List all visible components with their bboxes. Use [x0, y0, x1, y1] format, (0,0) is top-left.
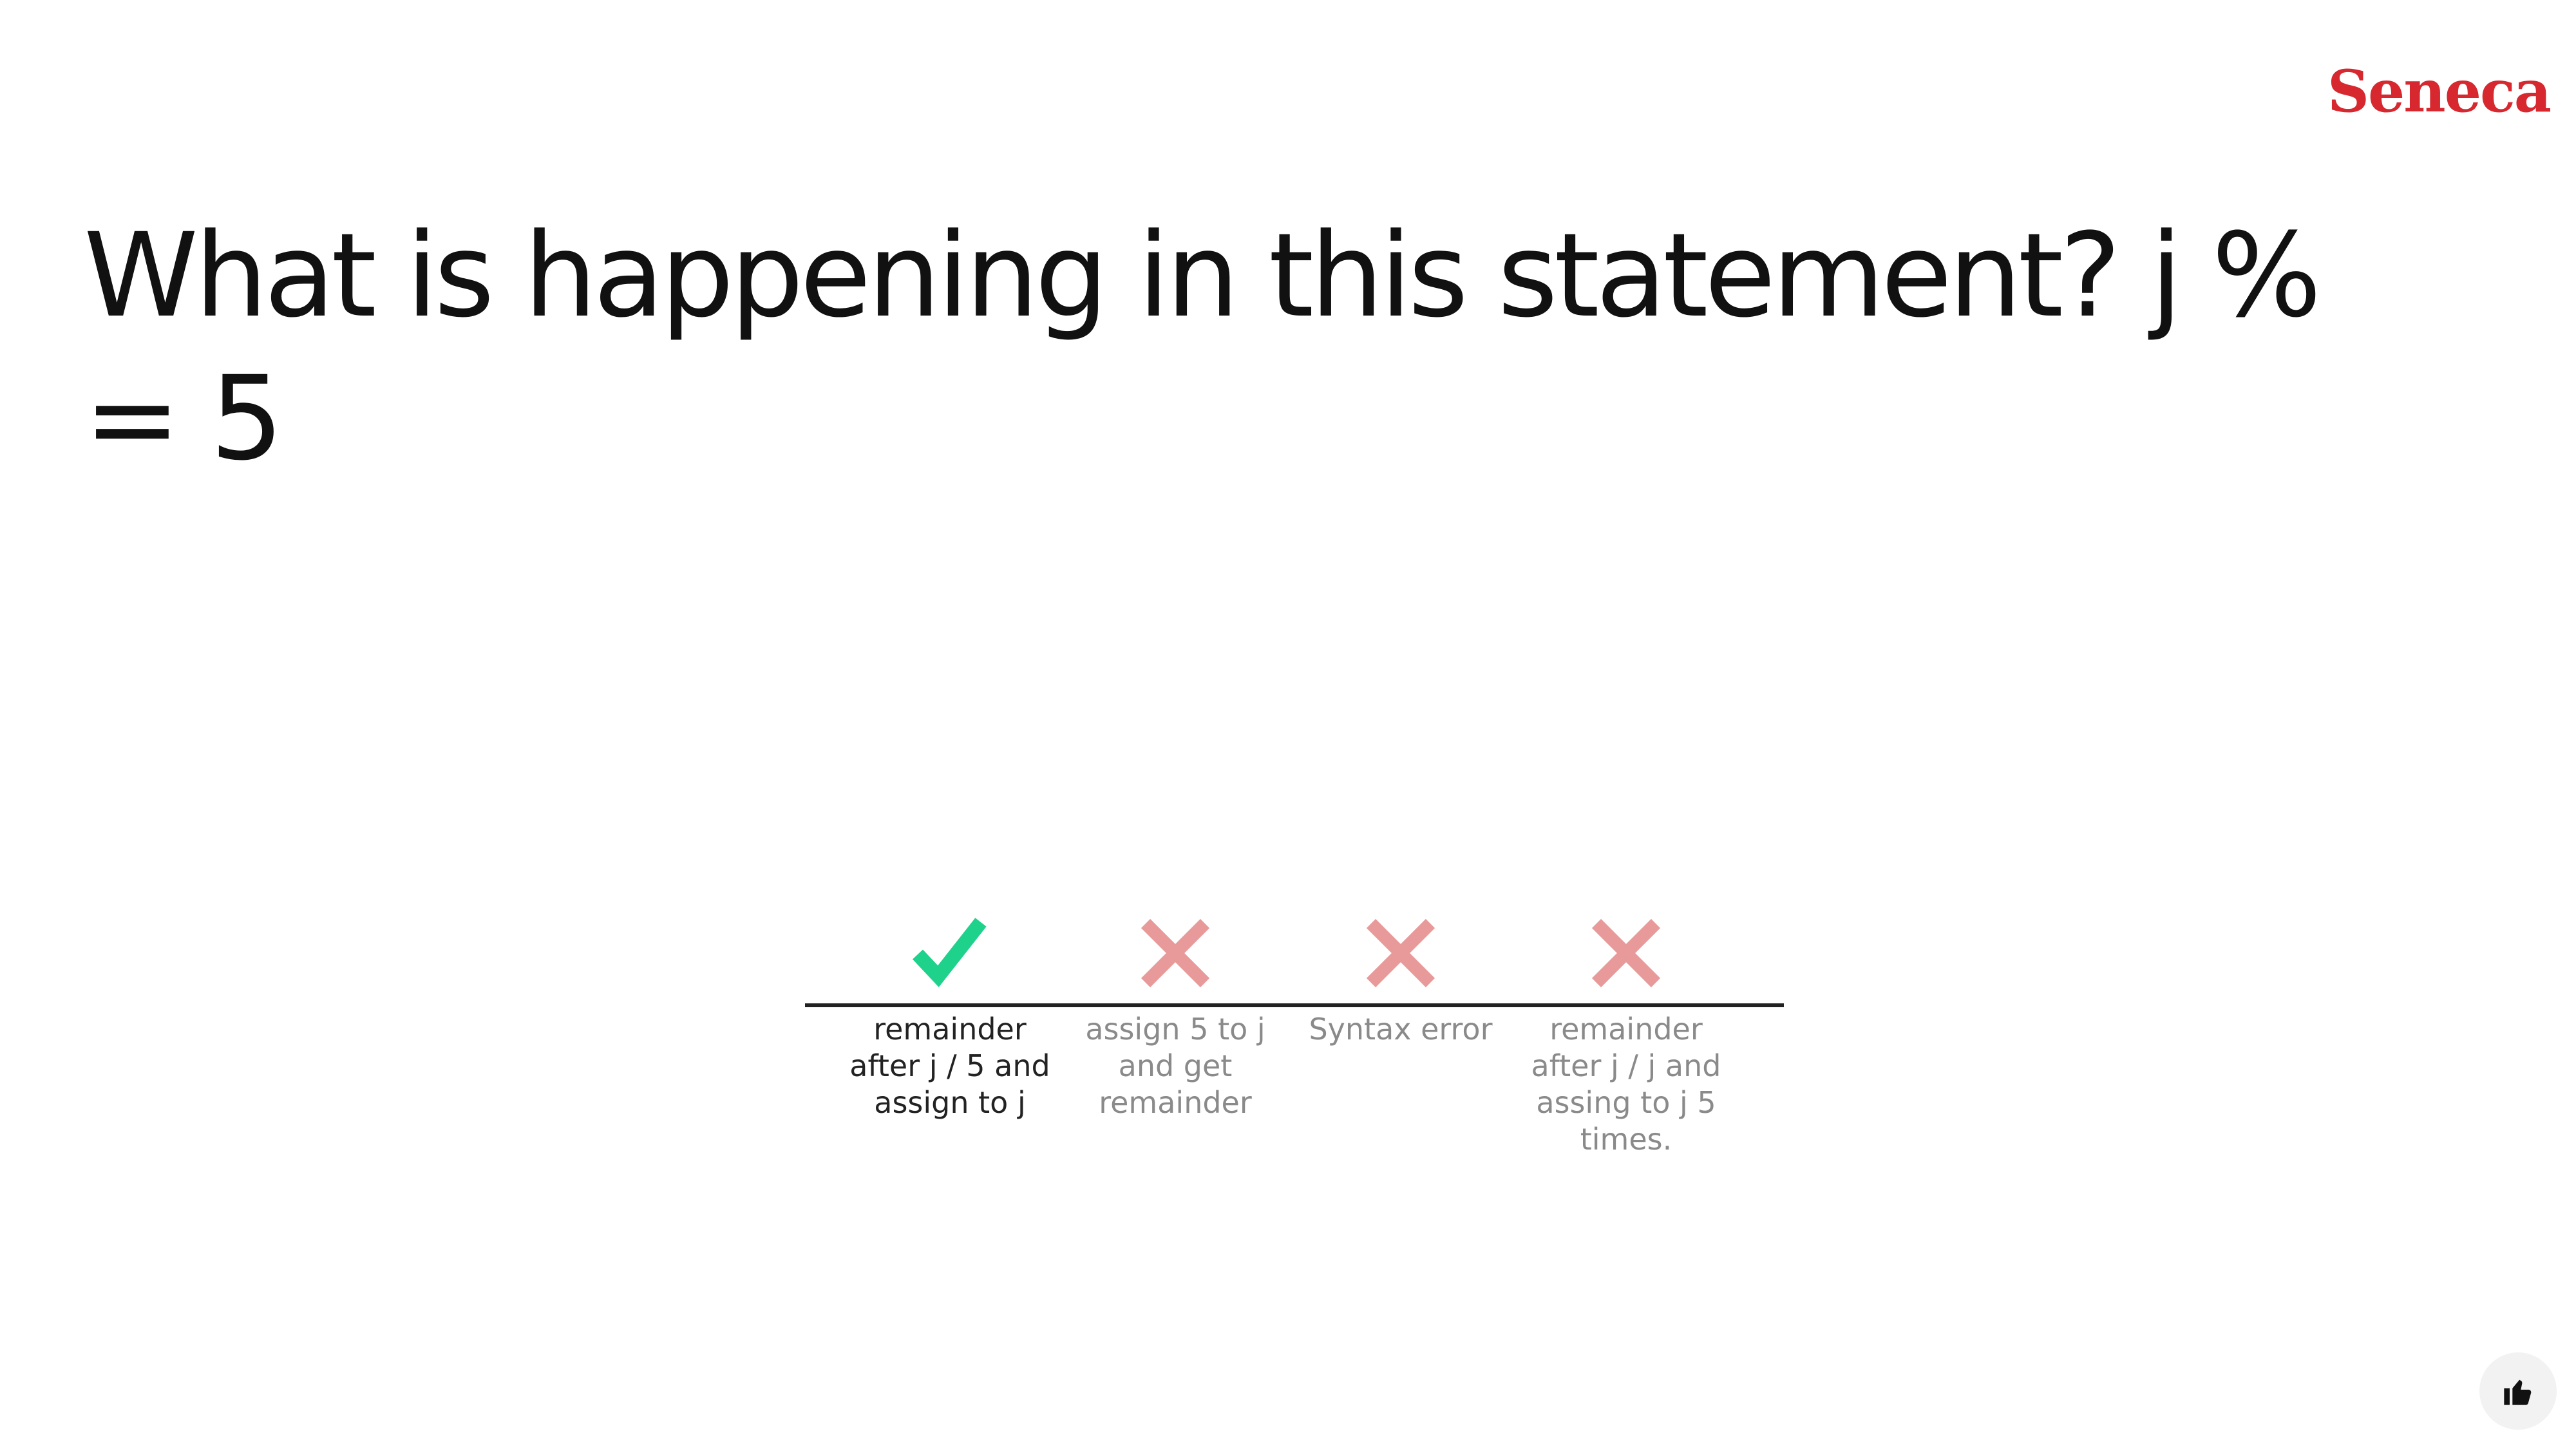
question-title: What is happening in this statement? j %… [84, 209, 2322, 486]
thumbs-up-button[interactable] [2479, 1352, 2557, 1430]
option-1: remainder after j / 5 and assign to j [847, 914, 1053, 1211]
seneca-logo: Seneca [2327, 57, 2552, 126]
option-3: Syntax error [1298, 914, 1504, 1211]
cross-icon [1362, 914, 1439, 992]
cross-icon [1137, 914, 1214, 992]
option-4: remainder after j / j and assing to j 5 … [1523, 914, 1729, 1211]
check-icon [911, 914, 989, 992]
option-label: remainder after j / 5 and assign to j [849, 1012, 1050, 1120]
option-label: Syntax error [1309, 1012, 1493, 1046]
thumbs-up-icon [2501, 1374, 2535, 1408]
option-label: assign 5 to j and get remainder [1085, 1012, 1265, 1120]
option-label: remainder after j / j and assing to j 5 … [1531, 1012, 1721, 1157]
answer-results: remainder after j / 5 and assign to j as… [805, 914, 1784, 1211]
cross-icon [1587, 914, 1665, 992]
option-2: assign 5 to j and get remainder [1072, 914, 1278, 1211]
